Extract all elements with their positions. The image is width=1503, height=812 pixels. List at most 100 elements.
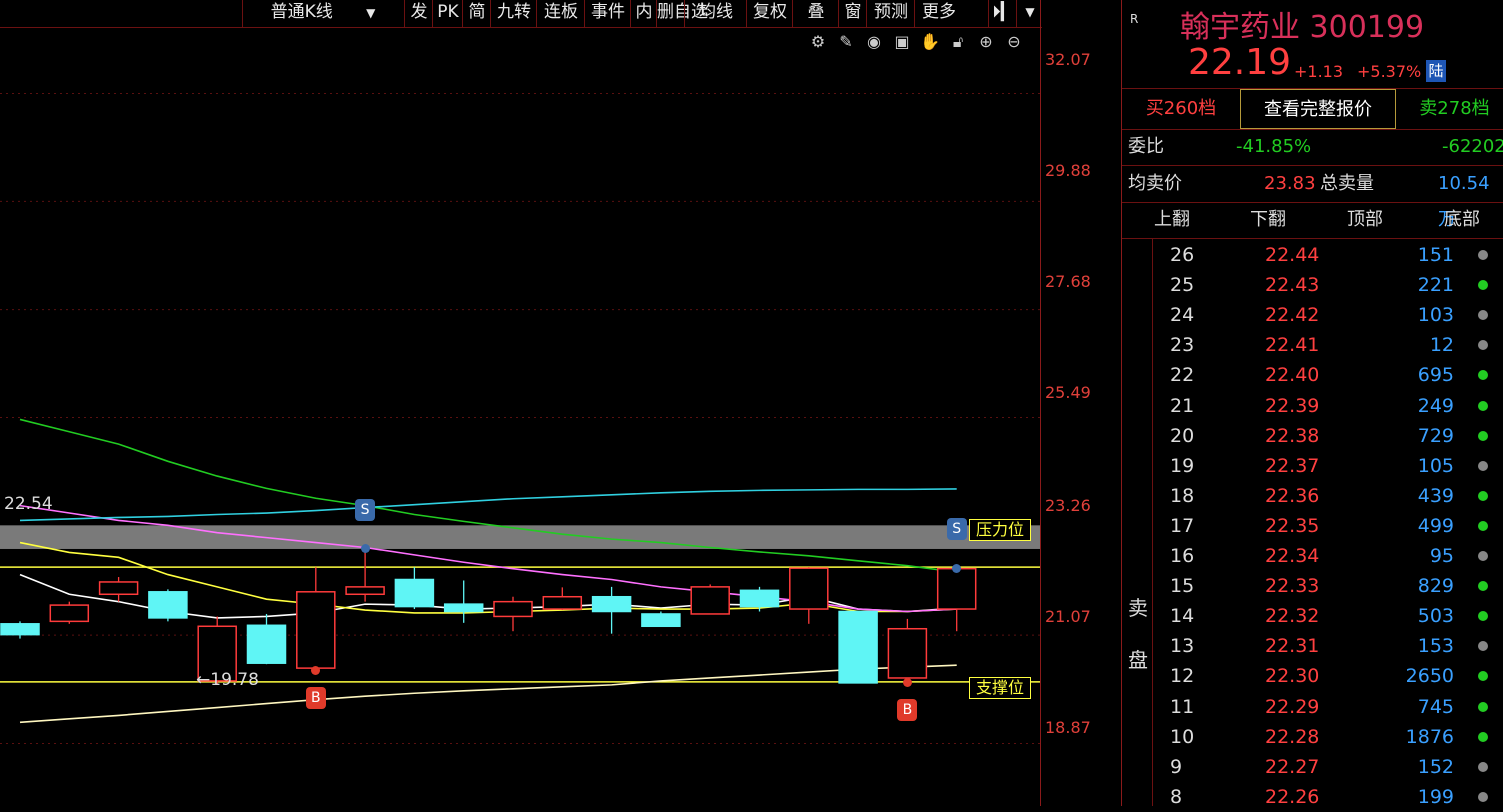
tab-sell-levels[interactable]: 卖278档: [1406, 89, 1503, 129]
order-book-row[interactable]: 15 22.33 829: [1122, 571, 1503, 601]
toolbar-item-5[interactable]: 事件: [584, 0, 631, 27]
toolbar-item-4[interactable]: 连板: [536, 0, 585, 27]
level-number: 15: [1170, 575, 1195, 598]
status-dot-icon: [1478, 671, 1488, 682]
collapse-panel-icon[interactable]: ⏵▎: [988, 0, 1017, 27]
candle-body: [690, 586, 730, 615]
level-volume: 499: [1417, 514, 1454, 537]
total-sell-label: 总卖量: [1320, 173, 1374, 194]
order-book-row[interactable]: 8 22.26 199: [1122, 782, 1503, 812]
level-volume: 153: [1417, 635, 1454, 658]
level-volume: 439: [1417, 484, 1454, 507]
market-tag: 陆: [1426, 60, 1446, 82]
order-book-row[interactable]: 25 22.43 221: [1122, 270, 1503, 300]
page-down-button[interactable]: 下翻: [1250, 202, 1286, 238]
status-dot-icon: [1478, 551, 1488, 561]
order-book-row[interactable]: 22 22.40 695: [1122, 360, 1503, 390]
order-book-row[interactable]: 19 22.37 105: [1122, 451, 1503, 481]
order-book-row[interactable]: 9 22.27 152: [1122, 752, 1503, 782]
level-price: 22.34: [1265, 545, 1320, 567]
status-dot-icon: [1478, 490, 1488, 501]
kline-chart[interactable]: [0, 28, 1040, 806]
status-dot-icon: [1478, 400, 1488, 411]
low-price-label: ←19.78: [196, 670, 259, 690]
order-book-row[interactable]: 13 22.31 153: [1122, 631, 1503, 661]
page-up-button[interactable]: 上翻: [1154, 202, 1190, 238]
candle-body: [789, 567, 829, 610]
sell-signal-marker[interactable]: S: [946, 518, 967, 541]
price-tick-label: 32.07: [1045, 50, 1091, 69]
price-tick-label: 18.87: [1045, 718, 1091, 737]
r-tag: R: [1130, 12, 1139, 26]
level-volume: 152: [1417, 755, 1454, 778]
level-price: 22.42: [1265, 304, 1320, 327]
status-dot-icon: [1478, 310, 1488, 321]
candle-body: [591, 595, 632, 613]
order-book-row[interactable]: 10 22.28 1876: [1122, 722, 1503, 752]
order-book-row[interactable]: 21 22.39 249: [1122, 391, 1503, 421]
candle-body: [936, 567, 977, 610]
price-tick-label: 21.07: [1045, 607, 1091, 626]
level-number: 17: [1170, 514, 1195, 537]
toolbar-item-9[interactable]: 复权: [746, 0, 793, 27]
tab-buy-levels[interactable]: 买260档: [1122, 89, 1240, 129]
order-book-row[interactable]: 18 22.36 439: [1122, 481, 1503, 511]
tab-full-quote[interactable]: 查看完整报价: [1240, 89, 1396, 129]
level-price: 22.28: [1265, 725, 1320, 748]
status-dot-icon: [1478, 641, 1488, 652]
toolbar-item-13[interactable]: 更多: [914, 0, 963, 27]
level-number: 20: [1170, 424, 1195, 447]
level-price: 22.35: [1265, 514, 1320, 537]
sell-signal-marker[interactable]: S: [355, 498, 376, 521]
toolbar-item-8[interactable]: 均线: [684, 0, 747, 27]
level-volume: 12: [1429, 334, 1454, 357]
level-volume: 103: [1417, 304, 1454, 327]
level-volume: 729: [1417, 424, 1454, 447]
order-book-row[interactable]: 24 22.42 103: [1122, 300, 1503, 330]
order-book-row[interactable]: 16 22.34 95: [1122, 541, 1503, 571]
level-price: 22.37: [1265, 454, 1320, 477]
level-number: 11: [1170, 695, 1195, 718]
order-book-row[interactable]: 11 22.29 745: [1122, 692, 1503, 722]
kline-mode-select[interactable]: 普通K线 ▼: [242, 0, 403, 27]
level-number: 18: [1170, 484, 1195, 507]
level-volume: 745: [1417, 695, 1454, 718]
order-book-row[interactable]: 12 22.30 2650: [1122, 661, 1503, 691]
toolbar-item-7[interactable]: 删自选: [656, 0, 708, 27]
candle-body: [493, 600, 533, 618]
toolbar-dropdown-icon[interactable]: ▼: [1016, 0, 1043, 27]
order-book-row[interactable]: 23 22.41 12: [1122, 330, 1503, 360]
level-price: 22.27: [1265, 755, 1320, 778]
level-number: 9: [1170, 755, 1183, 778]
order-book-row[interactable]: 17 22.35 499: [1122, 511, 1503, 541]
level-price: 22.32: [1265, 605, 1320, 628]
resistance-label: 压力位: [969, 519, 1032, 541]
status-dot-icon: [1478, 791, 1488, 802]
buy-signal-marker[interactable]: B: [305, 686, 326, 709]
status-dot-icon: [1478, 370, 1488, 381]
status-dot-icon: [1478, 280, 1488, 291]
level-number: 16: [1170, 545, 1195, 567]
candle-body: [0, 623, 40, 636]
chart-toolbar: 普通K线 ▼ 发 PK 简九转 连板 事件内删自选 均线 复权叠窗预测 更多 ⏵▎ ▼: [0, 0, 1042, 28]
status-dot-icon: [1478, 250, 1488, 260]
toolbar-item-6[interactable]: 内: [630, 0, 657, 27]
toolbar-item-10[interactable]: 叠: [792, 0, 839, 27]
go-bottom-button[interactable]: 底部: [1444, 202, 1480, 238]
go-top-button[interactable]: 顶部: [1347, 202, 1383, 238]
toolbar-item-0[interactable]: 发: [404, 0, 433, 27]
toolbar-item-12[interactable]: 预测: [866, 0, 915, 27]
order-book-row[interactable]: 26 22.44 151: [1122, 240, 1503, 270]
toolbar-item-11[interactable]: 窗: [838, 0, 867, 27]
buy-signal-marker[interactable]: B: [897, 698, 918, 721]
toolbar-item-1[interactable]: PK: [432, 0, 463, 27]
candle-body: [345, 586, 385, 596]
toolbar-item-3[interactable]: 九转: [490, 0, 537, 27]
stock-name[interactable]: 翰宇药业 300199: [1180, 2, 1424, 46]
signal-dot-icon: [952, 563, 962, 573]
avg-sell-price: 23.83: [1264, 173, 1316, 194]
order-book-row[interactable]: 20 22.38 729: [1122, 421, 1503, 451]
toolbar-item-2[interactable]: 简: [462, 0, 491, 27]
avg-sell-label: 均卖价: [1128, 173, 1182, 194]
order-book-row[interactable]: 14 22.32 503: [1122, 601, 1503, 631]
